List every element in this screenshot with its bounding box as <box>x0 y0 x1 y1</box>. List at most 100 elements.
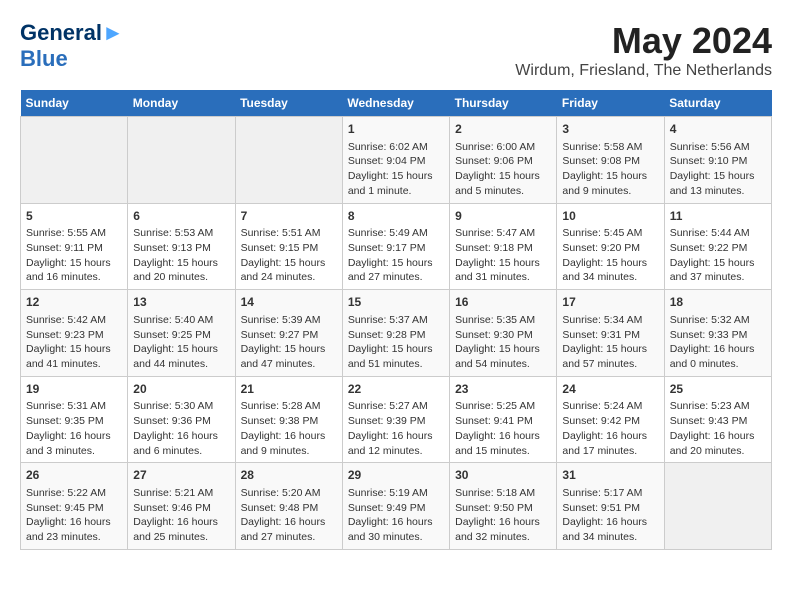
calendar-cell: 1Sunrise: 6:02 AMSunset: 9:04 PMDaylight… <box>342 117 449 204</box>
daylight-text: Daylight: 16 hours and 3 minutes. <box>26 429 122 458</box>
calendar-cell: 21Sunrise: 5:28 AMSunset: 9:38 PMDayligh… <box>235 376 342 463</box>
sunrise-text: Sunrise: 5:19 AM <box>348 486 444 501</box>
sunset-text: Sunset: 9:49 PM <box>348 501 444 516</box>
calendar-cell: 25Sunrise: 5:23 AMSunset: 9:43 PMDayligh… <box>664 376 771 463</box>
sunrise-text: Sunrise: 5:18 AM <box>455 486 551 501</box>
sunrise-text: Sunrise: 5:24 AM <box>562 399 658 414</box>
sunset-text: Sunset: 9:08 PM <box>562 154 658 169</box>
sunset-text: Sunset: 9:20 PM <box>562 241 658 256</box>
day-number: 16 <box>455 294 551 311</box>
sunset-text: Sunset: 9:35 PM <box>26 414 122 429</box>
sunrise-text: Sunrise: 5:55 AM <box>26 226 122 241</box>
sunset-text: Sunset: 9:43 PM <box>670 414 766 429</box>
day-number: 27 <box>133 467 229 484</box>
sunrise-text: Sunrise: 5:27 AM <box>348 399 444 414</box>
daylight-text: Daylight: 15 hours and 5 minutes. <box>455 169 551 198</box>
sunrise-text: Sunrise: 5:17 AM <box>562 486 658 501</box>
sunset-text: Sunset: 9:15 PM <box>241 241 337 256</box>
day-number: 24 <box>562 381 658 398</box>
calendar-cell: 2Sunrise: 6:00 AMSunset: 9:06 PMDaylight… <box>450 117 557 204</box>
day-number: 14 <box>241 294 337 311</box>
daylight-text: Daylight: 16 hours and 15 minutes. <box>455 429 551 458</box>
logo-text: General► Blue <box>20 20 124 73</box>
daylight-text: Daylight: 15 hours and 16 minutes. <box>26 256 122 285</box>
weekday-header-thursday: Thursday <box>450 90 557 117</box>
sunrise-text: Sunrise: 5:58 AM <box>562 140 658 155</box>
sunset-text: Sunset: 9:38 PM <box>241 414 337 429</box>
day-number: 15 <box>348 294 444 311</box>
calendar-cell: 5Sunrise: 5:55 AMSunset: 9:11 PMDaylight… <box>21 203 128 290</box>
day-number: 26 <box>26 467 122 484</box>
sunrise-text: Sunrise: 5:35 AM <box>455 313 551 328</box>
daylight-text: Daylight: 16 hours and 0 minutes. <box>670 342 766 371</box>
logo: General► Blue <box>20 20 124 73</box>
daylight-text: Daylight: 16 hours and 20 minutes. <box>670 429 766 458</box>
sunset-text: Sunset: 9:51 PM <box>562 501 658 516</box>
calendar-cell: 8Sunrise: 5:49 AMSunset: 9:17 PMDaylight… <box>342 203 449 290</box>
daylight-text: Daylight: 16 hours and 9 minutes. <box>241 429 337 458</box>
calendar-cell: 24Sunrise: 5:24 AMSunset: 9:42 PMDayligh… <box>557 376 664 463</box>
calendar-cell: 14Sunrise: 5:39 AMSunset: 9:27 PMDayligh… <box>235 290 342 377</box>
day-number: 25 <box>670 381 766 398</box>
daylight-text: Daylight: 16 hours and 6 minutes. <box>133 429 229 458</box>
sunrise-text: Sunrise: 5:22 AM <box>26 486 122 501</box>
title-section: May 2024 Wirdum, Friesland, The Netherla… <box>515 20 772 80</box>
sunset-text: Sunset: 9:41 PM <box>455 414 551 429</box>
sunrise-text: Sunrise: 5:49 AM <box>348 226 444 241</box>
day-number: 6 <box>133 208 229 225</box>
calendar-cell <box>21 117 128 204</box>
daylight-text: Daylight: 15 hours and 34 minutes. <box>562 256 658 285</box>
daylight-text: Daylight: 16 hours and 27 minutes. <box>241 515 337 544</box>
sunset-text: Sunset: 9:23 PM <box>26 328 122 343</box>
daylight-text: Daylight: 15 hours and 37 minutes. <box>670 256 766 285</box>
sunrise-text: Sunrise: 5:21 AM <box>133 486 229 501</box>
sunrise-text: Sunrise: 5:25 AM <box>455 399 551 414</box>
daylight-text: Daylight: 15 hours and 41 minutes. <box>26 342 122 371</box>
sunrise-text: Sunrise: 5:45 AM <box>562 226 658 241</box>
sunrise-text: Sunrise: 5:42 AM <box>26 313 122 328</box>
daylight-text: Daylight: 15 hours and 31 minutes. <box>455 256 551 285</box>
calendar-cell: 7Sunrise: 5:51 AMSunset: 9:15 PMDaylight… <box>235 203 342 290</box>
daylight-text: Daylight: 16 hours and 17 minutes. <box>562 429 658 458</box>
calendar-cell: 29Sunrise: 5:19 AMSunset: 9:49 PMDayligh… <box>342 463 449 550</box>
day-number: 21 <box>241 381 337 398</box>
calendar-cell: 30Sunrise: 5:18 AMSunset: 9:50 PMDayligh… <box>450 463 557 550</box>
sunset-text: Sunset: 9:28 PM <box>348 328 444 343</box>
calendar-cell: 17Sunrise: 5:34 AMSunset: 9:31 PMDayligh… <box>557 290 664 377</box>
calendar-cell: 9Sunrise: 5:47 AMSunset: 9:18 PMDaylight… <box>450 203 557 290</box>
page-header: General► Blue May 2024 Wirdum, Friesland… <box>20 20 772 80</box>
calendar-cell: 12Sunrise: 5:42 AMSunset: 9:23 PMDayligh… <box>21 290 128 377</box>
day-number: 7 <box>241 208 337 225</box>
weekday-header-tuesday: Tuesday <box>235 90 342 117</box>
calendar-cell: 27 Sunrise: 5:21 AMSunset: 9:46 PMDayligh… <box>128 463 235 550</box>
daylight-text: Daylight: 16 hours and 25 minutes. <box>133 515 229 544</box>
weekday-header-row: SundayMondayTuesdayWednesdayThursdayFrid… <box>21 90 772 117</box>
day-number: 5 <box>26 208 122 225</box>
daylight-text: Daylight: 15 hours and 24 minutes. <box>241 256 337 285</box>
calendar-cell: 26Sunrise: 5:22 AMSunset: 9:45 PMDayligh… <box>21 463 128 550</box>
daylight-text: Daylight: 15 hours and 51 minutes. <box>348 342 444 371</box>
calendar-cell: 19Sunrise: 5:31 AMSunset: 9:35 PMDayligh… <box>21 376 128 463</box>
day-number: 22 <box>348 381 444 398</box>
calendar-cell: 16Sunrise: 5:35 AMSunset: 9:30 PMDayligh… <box>450 290 557 377</box>
daylight-text: Daylight: 15 hours and 44 minutes. <box>133 342 229 371</box>
month-title: May 2024 <box>515 20 772 62</box>
sunset-text: Sunset: 9:13 PM <box>133 241 229 256</box>
sunrise-text: Sunrise: 5:44 AM <box>670 226 766 241</box>
day-number: 2 <box>455 121 551 138</box>
calendar-cell: 22Sunrise: 5:27 AMSunset: 9:39 PMDayligh… <box>342 376 449 463</box>
sunset-text: Sunset: 9:46 PM <box>133 501 229 516</box>
day-number: 29 <box>348 467 444 484</box>
sunset-text: Sunset: 9:39 PM <box>348 414 444 429</box>
sunset-text: Sunset: 9:22 PM <box>670 241 766 256</box>
daylight-text: Daylight: 15 hours and 13 minutes. <box>670 169 766 198</box>
calendar-cell: 31Sunrise: 5:17 AMSunset: 9:51 PMDayligh… <box>557 463 664 550</box>
sunset-text: Sunset: 9:42 PM <box>562 414 658 429</box>
sunrise-text: Sunrise: 5:56 AM <box>670 140 766 155</box>
calendar-table: SundayMondayTuesdayWednesdayThursdayFrid… <box>20 90 772 550</box>
calendar-cell: 11Sunrise: 5:44 AMSunset: 9:22 PMDayligh… <box>664 203 771 290</box>
sunset-text: Sunset: 9:11 PM <box>26 241 122 256</box>
calendar-cell: 18Sunrise: 5:32 AMSunset: 9:33 PMDayligh… <box>664 290 771 377</box>
week-row-3: 12Sunrise: 5:42 AMSunset: 9:23 PMDayligh… <box>21 290 772 377</box>
sunrise-text: Sunrise: 5:31 AM <box>26 399 122 414</box>
